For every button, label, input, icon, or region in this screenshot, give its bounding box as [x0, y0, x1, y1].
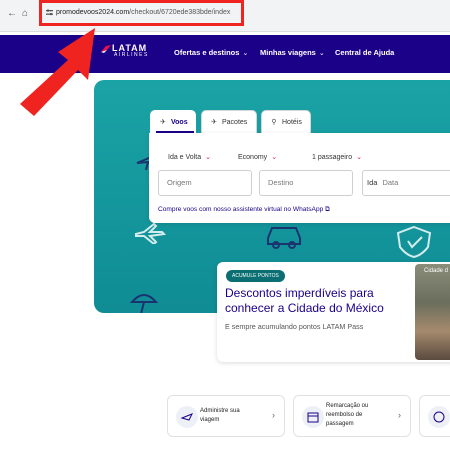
promo-subtitle: E sempre acumulando pontos LATAM Pass: [225, 322, 364, 331]
service-label: Remarcação ou: [326, 403, 369, 409]
service-rebook-refund[interactable]: Remarcação ou reembolso de passagem ›: [293, 395, 411, 437]
cabin-select[interactable]: Economy ⌄: [238, 153, 277, 161]
service-manage-trip[interactable]: Administre sua viagem ›: [167, 395, 285, 437]
service-label: viagem: [200, 417, 220, 423]
hotel-icon: ⚲: [271, 119, 277, 126]
package-icon: ✈: [211, 119, 217, 126]
cabin-value: Economy: [238, 154, 268, 161]
whatsapp-link-text: Compre voos com nosso assistente virtual…: [158, 206, 324, 213]
passengers-value: 1 passageiro: [312, 154, 353, 161]
chevron-right-icon: ›: [272, 410, 275, 420]
menu-minhas-viagens[interactable]: Minhas viagens ⌄: [260, 48, 325, 57]
service-label: passagem: [326, 421, 354, 427]
tab-label: Hotéis: [282, 119, 302, 126]
calendar-icon: [302, 406, 324, 428]
menu-label: Ofertas e destinos: [174, 48, 240, 57]
date-placeholder: Data: [382, 178, 399, 187]
service-label: reembolso de: [326, 412, 363, 418]
promo-photo[interactable]: [415, 264, 450, 360]
menu-label: Central de Ajuda: [335, 48, 395, 57]
chevron-down-icon: ⌄: [242, 50, 249, 57]
promo-photo-caption: Cidade d: [424, 268, 449, 274]
external-link-icon: ⧉: [325, 206, 330, 213]
chevron-down-icon: ⌄: [271, 154, 278, 161]
menu-ofertas[interactable]: Ofertas e destinos ⌄: [174, 48, 248, 57]
chevron-down-icon: ⌄: [356, 154, 362, 161]
tab-label: Pacotes: [222, 119, 248, 126]
chevron-down-icon: ⌄: [205, 154, 211, 161]
service-label: Administre sua: [200, 408, 240, 414]
deco-plane-icon: [135, 222, 166, 244]
promo-badge: ACUMULE PONTOS: [226, 270, 285, 282]
deco-umbrella-icon: [129, 294, 159, 313]
promo-title[interactable]: Descontos imperdíveis para conhecer a Ci…: [225, 286, 415, 316]
deco-car-icon: [267, 227, 301, 249]
menu-central-ajuda[interactable]: Central de Ajuda: [335, 48, 394, 57]
destination-placeholder: Destino: [268, 178, 294, 187]
tab-pacotes[interactable]: ✈ Pacotes: [201, 110, 257, 133]
trip-type-value: Ida e Volta: [168, 154, 202, 161]
deco-shield-icon: [396, 225, 432, 259]
service-third[interactable]: [419, 395, 450, 437]
whatsapp-link[interactable]: Compre voos com nosso assistente virtual…: [158, 206, 330, 214]
trip-type-select[interactable]: Ida e Volta ⌄: [168, 153, 211, 161]
chevron-right-icon: ›: [398, 410, 401, 420]
origin-field[interactable]: Origem: [158, 170, 252, 196]
chevron-down-icon: ⌄: [318, 50, 325, 57]
tab-hoteis[interactable]: ⚲ Hotéis: [261, 110, 311, 133]
plane-ticket-icon: [176, 406, 198, 428]
money-icon: [428, 406, 450, 428]
tab-label: Voos: [171, 119, 188, 126]
origin-placeholder: Origem: [167, 178, 192, 187]
passengers-select[interactable]: 1 passageiro ⌄: [312, 153, 362, 161]
date-prefix: Ida: [367, 178, 378, 187]
destination-field[interactable]: Destino: [259, 170, 353, 196]
date-field[interactable]: Ida Data: [362, 170, 450, 196]
annotation-arrow-icon: [20, 28, 95, 116]
menu-label: Minhas viagens: [260, 48, 316, 57]
